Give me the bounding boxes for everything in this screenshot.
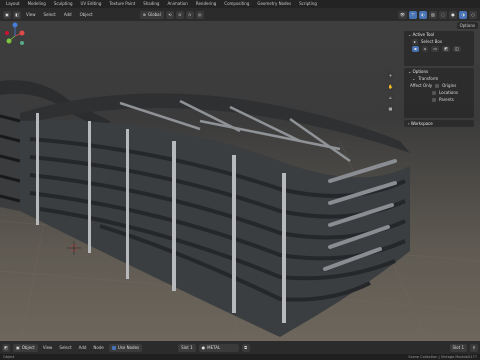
menu-object[interactable]: Object	[77, 12, 96, 17]
tab-rendering[interactable]: Rendering	[192, 0, 220, 8]
slot-dropdown[interactable]: Slot 1	[178, 343, 196, 352]
pivot-icon[interactable]: ⟲	[165, 10, 174, 19]
footer-menu-view[interactable]: View	[41, 345, 55, 350]
zoom-icon[interactable]: +	[386, 71, 395, 80]
locations-label: Locations	[439, 90, 459, 95]
footer-menu-select[interactable]: Select	[57, 345, 73, 350]
pin-icon[interactable]: ⚲	[470, 343, 478, 352]
magnet-icon[interactable]: ∩	[185, 10, 194, 19]
tab-layout[interactable]: Layout	[2, 0, 24, 8]
proportional-edit-icon[interactable]: ◎	[195, 10, 204, 19]
material-sphere-icon: ●	[201, 345, 206, 350]
gizmo-toggle-icon[interactable]: ⤧	[409, 10, 417, 19]
material-field[interactable]: ● METAL	[198, 343, 239, 352]
mode-intersect-icon[interactable]: ◫	[453, 45, 461, 52]
locations-checkbox[interactable]	[432, 90, 436, 95]
status-bar: Object Scene Collection | Vintage Module…	[0, 354, 480, 360]
shading-wireframe-icon[interactable]: ◌	[439, 10, 447, 19]
active-tool-row[interactable]: ▸ Select Box	[404, 38, 474, 45]
menu-add[interactable]: Add	[61, 12, 75, 17]
footer-menu-node[interactable]: Node	[91, 345, 105, 350]
slot-short-dropdown[interactable]: Slot 1	[449, 343, 467, 352]
menu-view[interactable]: View	[23, 12, 39, 17]
globe-icon: ⊕	[142, 12, 146, 17]
front-wall-panel	[20, 120, 410, 337]
shading-rendered-icon[interactable]: ○	[469, 10, 477, 19]
object-dropdown[interactable]: ▣ Object	[13, 343, 38, 352]
3d-cursor[interactable]	[67, 241, 81, 255]
parents-checkbox[interactable]	[432, 97, 436, 102]
locations-row: Locations	[404, 89, 474, 96]
mode-extend-icon[interactable]: ▫	[421, 45, 429, 52]
mode-new-icon[interactable]: ▪	[412, 45, 419, 52]
overlay-toggle-icon[interactable]: ◐	[419, 10, 427, 19]
origins-checkbox[interactable]	[435, 83, 440, 88]
tab-animation[interactable]: Animation	[163, 0, 191, 8]
parents-label: Parents	[439, 97, 454, 102]
navigation-gizmo[interactable]	[0, 21, 30, 51]
workspace-header[interactable]: › Workspace	[404, 120, 474, 127]
tab-compositing[interactable]: Compositing	[220, 0, 253, 8]
editor-type-icon[interactable]: ▣	[3, 10, 11, 19]
tab-modeling[interactable]: Modeling	[24, 0, 50, 8]
options-button[interactable]: Options	[456, 22, 478, 29]
editor-type-icon[interactable]: ◩	[2, 343, 10, 352]
tab-shading[interactable]: Shading	[139, 0, 163, 8]
status-right: Scene Collection | Vintage Module0177	[408, 355, 477, 359]
tab-sculpting[interactable]: Sculpting	[50, 0, 77, 8]
pan-hand-icon[interactable]: ✋	[386, 82, 395, 91]
menu-select[interactable]: Select	[41, 12, 59, 17]
affect-only-row: Affect Only Origins	[410, 83, 457, 88]
parents-row: Parents	[404, 96, 474, 103]
viewport-header: ▣ ◧ View Select Add Object ⊕ Global ⟲ ⊙ ∩…	[0, 8, 480, 21]
visibility-icon[interactable]: 👁	[397, 10, 407, 19]
transform-orientation-dropdown[interactable]: ⊕ Global	[139, 10, 164, 19]
tab-geometry-nodes[interactable]: Geometry Nodes	[253, 0, 295, 8]
object-mode-icon[interactable]: ◧	[13, 10, 21, 19]
select-mode-row: ▪ ▫ ▭ ◩ ◫	[404, 45, 474, 52]
active-tool-header[interactable]: ⌄ Active Tool	[404, 31, 474, 38]
options-header[interactable]: ⌄ Options	[404, 68, 474, 75]
mode-subtract-icon[interactable]: ▭	[431, 45, 440, 52]
workspace-panel: › Workspace	[404, 120, 474, 127]
shading-material-icon[interactable]: ◑	[459, 10, 467, 19]
shading-solid-icon[interactable]: ●	[449, 10, 457, 19]
transform-header[interactable]: ⌄ Transform	[404, 75, 474, 82]
active-tool-panel: ⌄ Active Tool ▸ Select Box ▪ ▫ ▭ ◩ ◫	[404, 31, 474, 66]
use-nodes-toggle[interactable]: Use Nodes	[108, 343, 143, 352]
tab-uv-editing[interactable]: UV Editing	[77, 0, 106, 8]
perspective-grid-icon[interactable]: ▦	[386, 104, 395, 113]
options-panel: ⌄ Options ⌄ Transform Affect Only Origin…	[404, 68, 474, 118]
footer-menu-add[interactable]: Add	[77, 345, 89, 350]
material-users-icon[interactable]: ⧉	[241, 343, 250, 352]
origins-label: Origins	[442, 83, 457, 88]
tab-scripting[interactable]: Scripting	[295, 0, 321, 8]
use-nodes-checkbox	[111, 345, 116, 350]
camera-icon[interactable]: ⌂	[386, 93, 395, 102]
mode-invert-icon[interactable]: ◩	[442, 45, 450, 52]
workspace-tabs: Layout Modeling Sculpting UV Editing Tex…	[0, 0, 480, 8]
shader-editor-header: ◩ ▣ Object View Select Add Node Use Nodes…	[0, 341, 480, 354]
snap-icon[interactable]: ⊙	[175, 10, 184, 19]
xray-icon[interactable]: ▨	[429, 10, 437, 19]
status-left: Object	[3, 355, 15, 359]
object-icon: ▣	[16, 345, 20, 350]
select-box-icon: ▸	[412, 38, 419, 45]
tab-texture-paint[interactable]: Texture Paint	[105, 0, 139, 8]
